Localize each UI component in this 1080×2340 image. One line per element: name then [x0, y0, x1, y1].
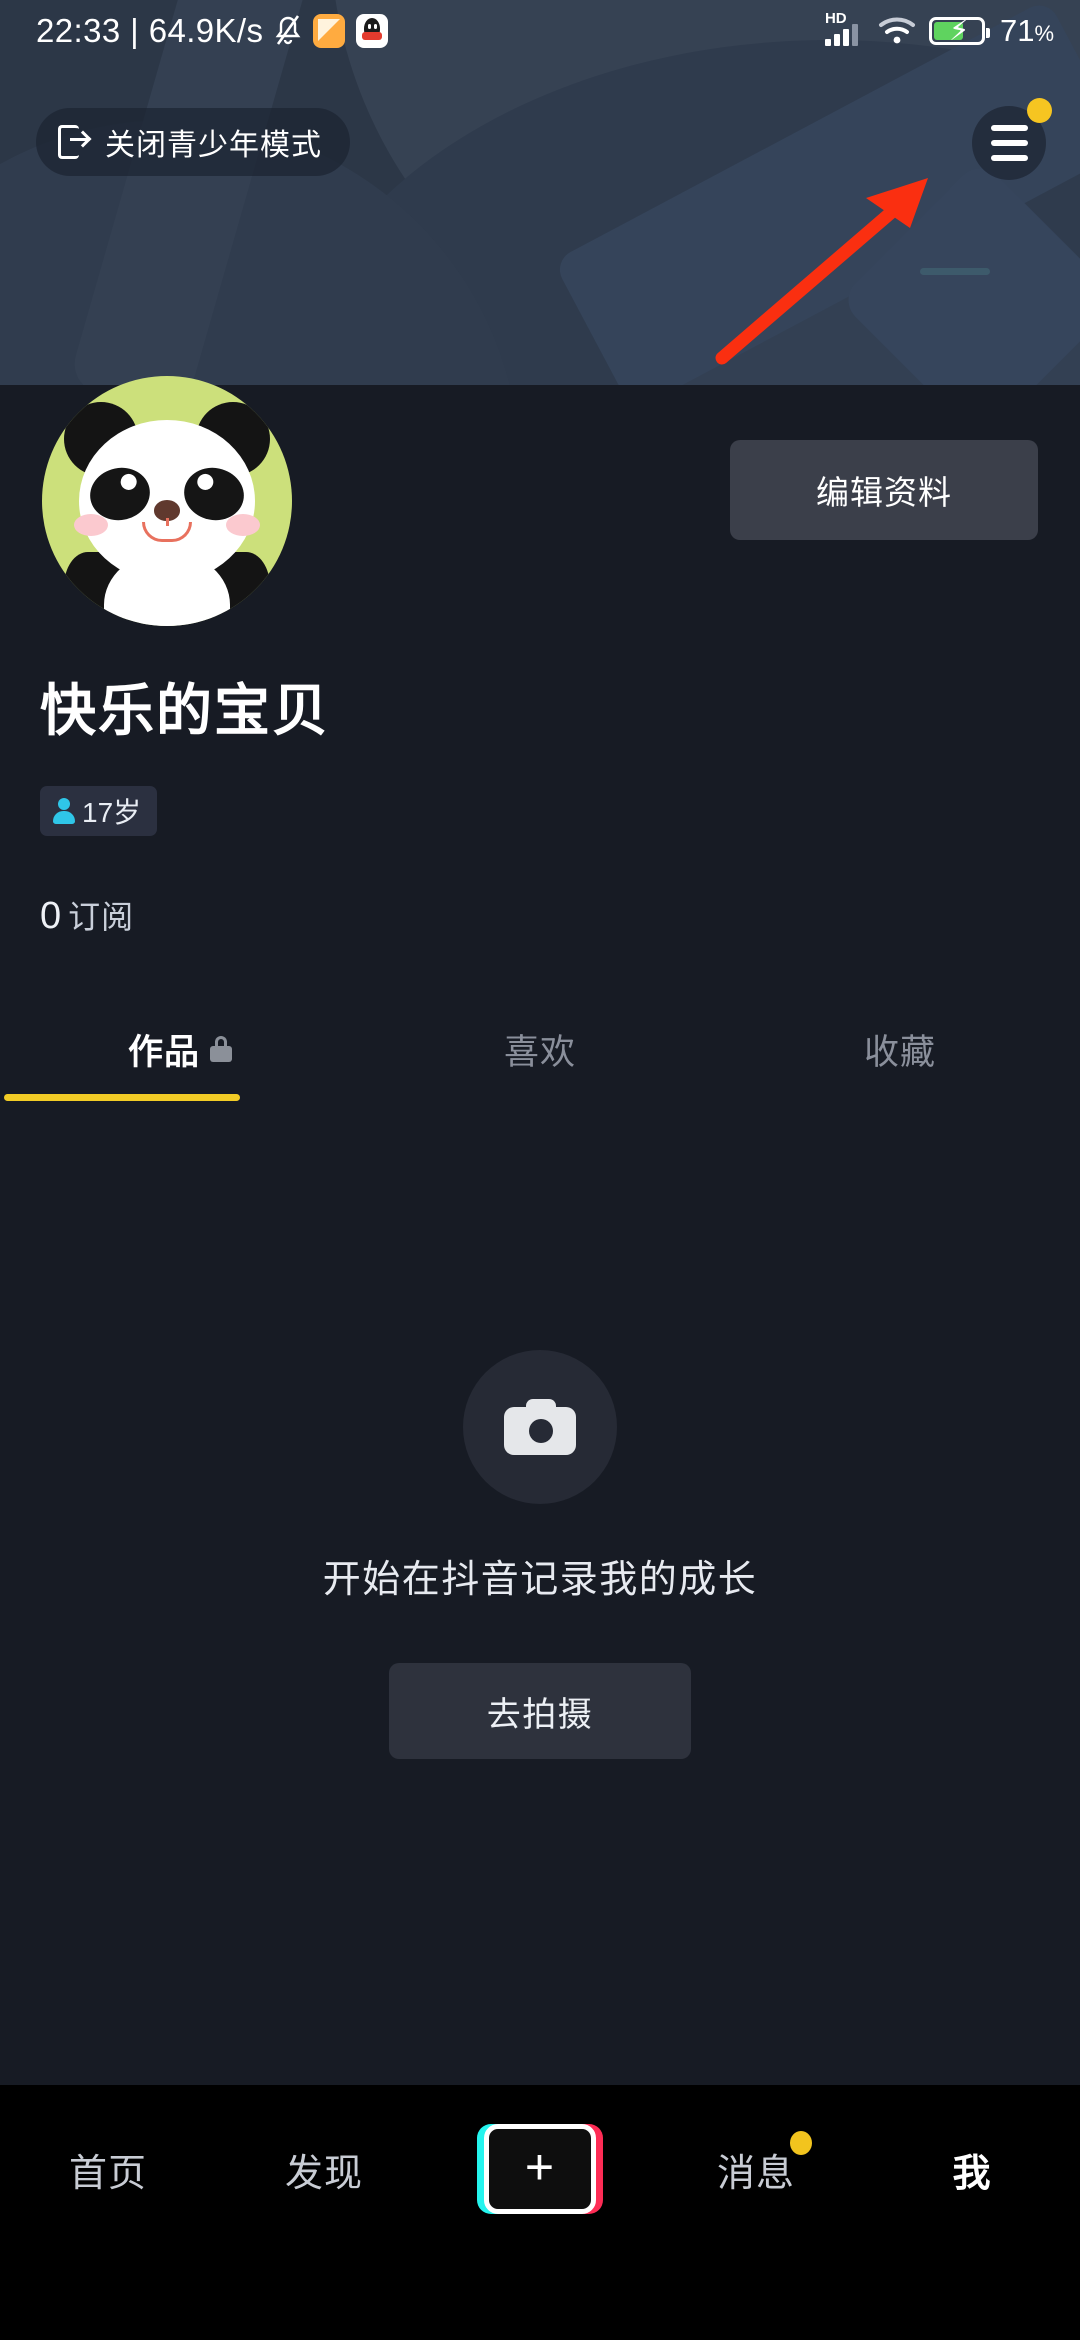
- bottom-navigation-bar: 首页 发现 + 消息 我: [0, 2085, 1080, 2340]
- subscription-number: 0: [40, 895, 63, 937]
- nav-item-home-label: 首页: [68, 2152, 147, 2195]
- status-time-and-speed: 22:33 | 64.9K/s: [36, 12, 264, 49]
- edit-profile-button[interactable]: 编辑资料: [730, 440, 1038, 540]
- status-bar: 22:33 | 64.9K/s HD ⚡ 71%: [0, 0, 1080, 62]
- avatar[interactable]: [42, 376, 292, 626]
- plus-sign: +: [524, 2139, 556, 2195]
- subscription-count[interactable]: 0 订阅: [40, 892, 134, 938]
- person-icon: [53, 798, 75, 824]
- status-bar-right: HD ⚡ 71%: [824, 11, 1054, 49]
- hd-signal-icon: HD: [824, 11, 865, 48]
- empty-state-message: 开始在抖音记录我的成长: [322, 1559, 758, 1601]
- close-teen-mode-label: 关闭青少年模式: [105, 129, 322, 162]
- age-badge-label: 17岁: [82, 797, 142, 828]
- page-title: 快乐的宝贝: [40, 679, 330, 742]
- tab-favorites-label: 收藏: [863, 1032, 936, 1072]
- age-badge: 17岁: [40, 786, 158, 836]
- go-shoot-button[interactable]: 去拍摄: [389, 1663, 691, 1759]
- empty-state-camera-button[interactable]: [463, 1350, 617, 1504]
- nav-item-me[interactable]: 我: [864, 2123, 1080, 2215]
- edit-profile-label: 编辑资料: [816, 474, 952, 511]
- create-video-button[interactable]: +: [477, 2124, 603, 2214]
- battery-charging-icon: ⚡: [928, 17, 990, 46]
- go-shoot-label: 去拍摄: [486, 1695, 594, 1734]
- nav-item-discover-label: 发现: [284, 2152, 363, 2195]
- profile-tabs: 作品 喜欢 收藏: [0, 1000, 1080, 1098]
- status-bar-left: 22:33 | 64.9K/s: [36, 12, 389, 50]
- tab-works[interactable]: 作品: [0, 1000, 360, 1098]
- exit-door-icon: [58, 125, 88, 159]
- nav-item-messages[interactable]: 消息: [648, 2123, 864, 2215]
- tab-favorites[interactable]: 收藏: [720, 1000, 1080, 1098]
- tab-active-underline: [4, 1094, 240, 1101]
- subscription-label: 订阅: [68, 899, 135, 935]
- menu-notification-badge: [1027, 98, 1052, 123]
- header-bg-line: [920, 268, 990, 275]
- mute-bell-icon: [274, 15, 302, 47]
- plus-icon: +: [484, 2124, 596, 2214]
- camera-icon: [504, 1399, 576, 1455]
- qq-app-icon: [356, 14, 389, 48]
- nav-item-home[interactable]: 首页: [0, 2123, 216, 2215]
- lock-icon: [210, 1036, 232, 1062]
- douyin-profile-screen: 22:33 | 64.9K/s HD ⚡ 71% 关闭青少年模式 编辑资料 快乐…: [0, 0, 1080, 2340]
- nav-item-messages-label: 消息: [716, 2152, 795, 2195]
- nav-item-me-label: 我: [952, 2152, 992, 2195]
- battery-percent-label: 71%: [999, 13, 1054, 48]
- hamburger-menu-icon: [990, 125, 1028, 131]
- tab-likes-label: 喜欢: [503, 1032, 576, 1072]
- wifi-icon: [878, 16, 916, 46]
- nav-item-create[interactable]: +: [432, 2123, 648, 2215]
- close-teen-mode-button[interactable]: 关闭青少年模式: [36, 108, 350, 176]
- tab-likes[interactable]: 喜欢: [360, 1000, 720, 1098]
- tab-works-label: 作品: [127, 1032, 200, 1072]
- messages-notification-badge: [790, 2131, 812, 2155]
- panda-cheek-right: [226, 514, 260, 536]
- panda-cheek-left: [74, 514, 108, 536]
- notes-app-icon: [313, 14, 346, 48]
- nav-item-discover[interactable]: 发现: [216, 2123, 432, 2215]
